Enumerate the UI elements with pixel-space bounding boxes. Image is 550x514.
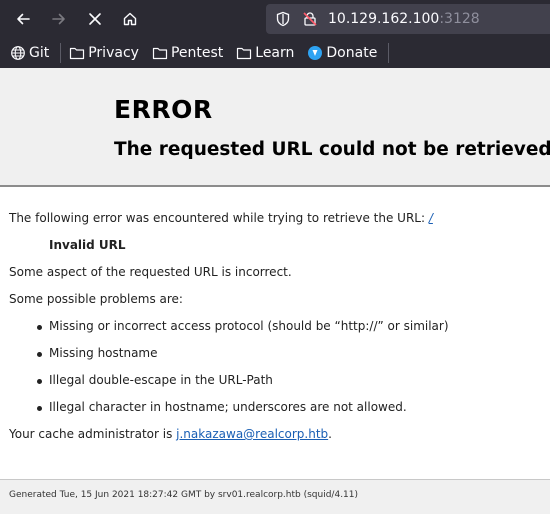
bookmark-donate[interactable]: Donate	[302, 41, 382, 65]
home-button[interactable]	[115, 4, 145, 34]
stop-button[interactable]	[80, 4, 110, 34]
forward-button[interactable]	[44, 4, 74, 34]
problems-heading: Some possible problems are:	[9, 292, 183, 306]
bookmark-folder-learn[interactable]: Learn	[231, 41, 299, 65]
folder-icon	[152, 45, 168, 61]
bookmark-label: Donate	[326, 45, 378, 61]
problem-item: Illegal character in hostname; underscor…	[49, 400, 407, 414]
problem-item: Missing or incorrect access protocol (sh…	[49, 319, 449, 333]
close-icon	[89, 13, 101, 25]
url-port: :3128	[439, 11, 480, 27]
browser-chrome: 10.129.162.100:3128 Git Privacy Pentest …	[0, 0, 550, 68]
home-icon	[123, 12, 137, 26]
back-button[interactable]	[8, 4, 38, 34]
bookmark-label: Privacy	[88, 45, 139, 61]
forward-arrow-icon	[52, 13, 65, 25]
page-content: ERROR The requested URL could not be ret…	[0, 68, 550, 514]
error-intro-text: The following error was encountered whil…	[9, 211, 429, 225]
error-header: ERROR The requested URL could not be ret…	[0, 68, 550, 187]
error-title: ERROR	[114, 95, 213, 124]
bullet-marker	[37, 379, 42, 384]
folder-icon	[69, 45, 85, 61]
problem-item: Illegal double-escape in the URL-Path	[49, 373, 273, 387]
requested-url-link[interactable]: /	[429, 211, 433, 225]
bookmark-separator	[60, 43, 62, 63]
globe-icon	[10, 45, 26, 61]
admin-prefix: Your cache administrator is	[9, 427, 177, 441]
folder-icon	[236, 45, 252, 61]
url-bar[interactable]: 10.129.162.100:3128	[266, 4, 550, 34]
error-name: Invalid URL	[49, 238, 126, 252]
bullet-marker	[37, 325, 42, 330]
error-subtitle: The requested URL could not be retrieved	[114, 139, 550, 160]
shield-icon[interactable]	[274, 10, 292, 28]
error-intro: The following error was encountered whil…	[9, 211, 433, 225]
donate-icon	[307, 45, 323, 61]
browser-toolbar: 10.129.162.100:3128	[0, 0, 550, 38]
insecure-lock-icon[interactable]	[301, 10, 319, 28]
bookmarks-toolbar: Git Privacy Pentest Learn Donate	[0, 38, 550, 68]
bookmark-git[interactable]: Git	[5, 41, 54, 65]
bookmark-folder-pentest[interactable]: Pentest	[147, 41, 228, 65]
bookmark-label: Git	[29, 45, 50, 61]
footer-text: Generated Tue, 15 Jun 2021 18:27:42 GMT …	[9, 490, 359, 500]
bullet-marker	[37, 352, 42, 357]
url-host: 10.129.162.100	[328, 11, 440, 27]
problem-item: Missing hostname	[49, 346, 158, 360]
bullet-marker	[37, 406, 42, 411]
url-text[interactable]: 10.129.162.100:3128	[328, 10, 480, 28]
bookmark-label: Learn	[255, 45, 295, 61]
back-arrow-icon	[17, 13, 30, 25]
bookmark-label: Pentest	[170, 45, 224, 61]
error-description: Some aspect of the requested URL is inco…	[9, 265, 292, 279]
page-footer: Generated Tue, 15 Jun 2021 18:27:42 GMT …	[0, 479, 550, 514]
admin-email-link[interactable]: j.nakazawa@realcorp.htb	[176, 427, 328, 441]
admin-suffix: .	[328, 427, 332, 441]
bookmark-separator	[388, 43, 390, 63]
admin-line: Your cache administrator is j.nakazawa@r…	[9, 427, 332, 441]
bookmark-folder-privacy[interactable]: Privacy	[64, 41, 144, 65]
